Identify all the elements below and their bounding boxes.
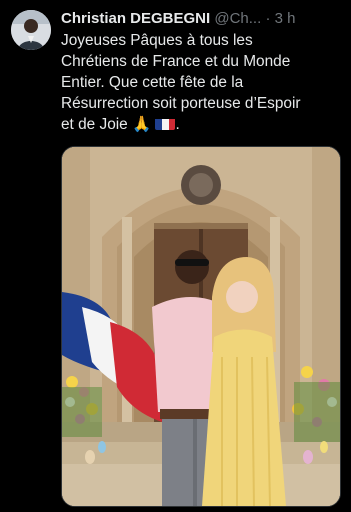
france-flag-icon — [155, 117, 176, 130]
post-timestamp[interactable]: 3 h — [275, 10, 296, 27]
post-text-line: Chrétiens de France et du Monde — [61, 53, 291, 70]
post-text: Joyeuses Pâques à tous les Chrétiens de … — [61, 30, 345, 135]
author-handle[interactable]: @Ch... — [214, 10, 261, 27]
author-avatar[interactable] — [11, 10, 51, 50]
post-text-last-line: et de Joie 🙏 . — [61, 114, 345, 135]
post-header: Christian DEGBEGNI @Ch... · 3 h — [61, 9, 346, 29]
post-photo[interactable] — [61, 146, 341, 507]
post-text-line: et de Joie — [61, 116, 128, 133]
praying-hands-icon: 🙏 — [132, 116, 152, 133]
post-text-end: . — [175, 116, 180, 133]
post-text-line: Résurrection soit porteuse d’Espoir — [61, 95, 301, 112]
post-text-line: Entier. Que cette fête de la — [61, 74, 244, 91]
post-text-line: Joyeuses Pâques à tous les — [61, 32, 253, 49]
author-name[interactable]: Christian DEGBEGNI — [61, 10, 210, 27]
header-separator: · — [265, 10, 271, 27]
